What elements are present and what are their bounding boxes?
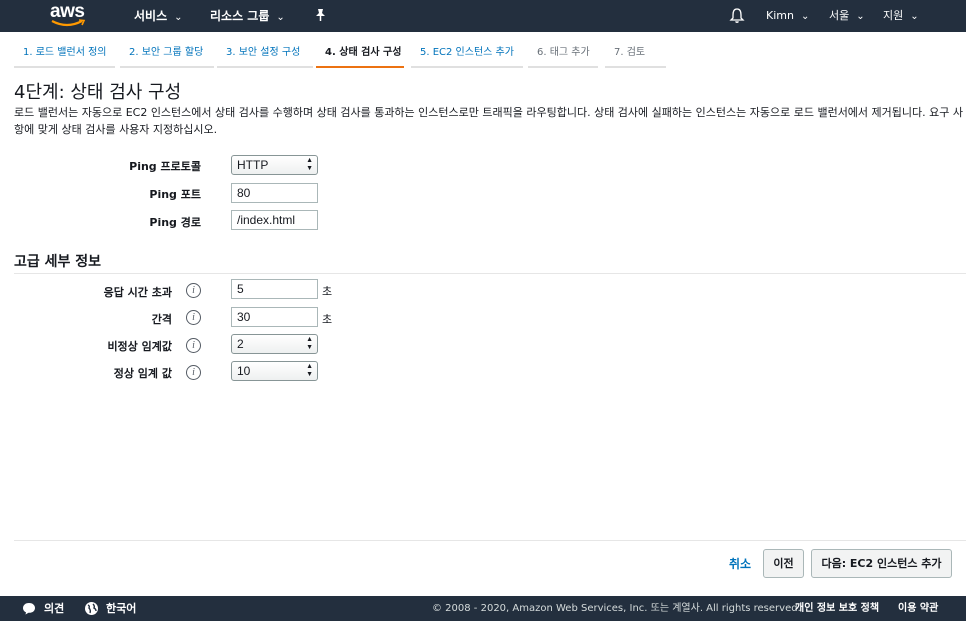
ping-protocol-value: HTTP <box>237 158 269 172</box>
page-description: 로드 밸런서는 자동으로 EC2 인스턴스에서 상태 검사를 수행하며 상태 검… <box>14 106 963 136</box>
feedback-link[interactable]: 의견 <box>44 596 64 621</box>
support-label: 지원 <box>883 9 904 22</box>
info-icon[interactable]: i <box>186 365 201 380</box>
chevron-down-icon: ⌄ <box>800 11 810 22</box>
ping-path-input[interactable]: /index.html <box>231 210 318 230</box>
chevron-down-icon: ⌄ <box>910 11 919 22</box>
language-selector[interactable]: 한국어 <box>106 596 136 621</box>
user-menu[interactable]: Kimn ⌄ <box>766 0 809 32</box>
cancel-button[interactable]: 취소 <box>729 555 751 572</box>
privacy-link[interactable]: 개인 정보 보호 정책 <box>795 596 879 621</box>
tab-step-5[interactable]: 5. EC2 인스턴스 추가 <box>411 42 523 68</box>
services-label: 서비스 <box>134 9 168 23</box>
chevron-down-icon: ⌄ <box>856 11 865 22</box>
region-menu[interactable]: 서울 ⌄ <box>829 0 865 32</box>
bell-icon[interactable] <box>729 7 745 24</box>
chevron-down-icon: ⌄ <box>174 12 183 23</box>
copyright-text: © 2008 - 2020, Amazon Web Services, Inc.… <box>432 603 801 614</box>
tab-step-4[interactable]: 4. 상태 검사 구성 <box>316 42 404 68</box>
page-title: 4단계: 상태 검사 구성 <box>14 82 182 103</box>
globe-icon <box>85 602 98 615</box>
timeout-unit: 초 <box>322 285 333 298</box>
select-arrows-icon: ▲ ▼ <box>306 336 313 351</box>
healthy-threshold-label: 정상 임계 값 <box>113 367 172 380</box>
tab-step-3[interactable]: 3. 보안 설정 구성 <box>217 42 313 68</box>
next-button[interactable]: 다음: EC2 인스턴스 추가 <box>811 549 952 578</box>
aws-logo[interactable]: aws <box>50 1 92 31</box>
resource-groups-label: 리소스 그룹 <box>210 9 270 23</box>
section-divider <box>14 273 966 274</box>
footer: 의견 한국어 © 2008 - 2020, Amazon Web Service… <box>0 596 966 621</box>
user-label: Kimn <box>766 9 794 22</box>
ping-path-label: Ping 경로 <box>149 216 201 229</box>
ping-port-input[interactable]: 80 <box>231 183 318 203</box>
chevron-down-icon: ⌄ <box>276 12 285 23</box>
tab-step-2[interactable]: 2. 보안 그룹 할당 <box>120 42 214 68</box>
healthy-threshold-select[interactable]: 10 ▲ ▼ <box>231 361 318 381</box>
select-arrows-icon: ▲ ▼ <box>306 363 313 378</box>
actions-divider <box>14 540 966 541</box>
healthy-threshold-value: 10 <box>237 364 251 378</box>
info-icon[interactable]: i <box>186 310 201 325</box>
timeout-input[interactable]: 5 <box>231 279 318 299</box>
select-arrows-icon: ▲ ▼ <box>306 157 313 172</box>
timeout-label: 응답 시간 초과 <box>103 286 172 299</box>
ping-protocol-label: Ping 프로토콜 <box>129 160 201 173</box>
interval-input[interactable]: 30 <box>231 307 318 327</box>
resource-groups-menu[interactable]: 리소스 그룹 ⌄ <box>210 0 285 32</box>
terms-link[interactable]: 이용 약관 <box>898 596 938 621</box>
interval-unit: 초 <box>322 313 333 326</box>
interval-label: 간격 <box>151 313 172 326</box>
support-menu[interactable]: 지원 ⌄ <box>883 0 919 32</box>
unhealthy-threshold-label: 비정상 임계값 <box>107 340 172 353</box>
info-icon[interactable]: i <box>186 338 201 353</box>
info-icon[interactable]: i <box>186 283 201 298</box>
unhealthy-threshold-value: 2 <box>237 337 244 351</box>
feedback-icon <box>23 603 35 615</box>
ping-protocol-select[interactable]: HTTP ▲ ▼ <box>231 155 318 175</box>
region-label: 서울 <box>829 9 850 22</box>
tab-step-6: 6. 태그 추가 <box>528 42 598 68</box>
services-menu[interactable]: 서비스 ⌄ <box>134 0 183 32</box>
aws-smile-icon <box>51 19 86 27</box>
advanced-section-title: 고급 세부 정보 <box>14 254 102 270</box>
top-nav: aws 서비스 ⌄ 리소스 그룹 ⌄ Kimn ⌄ 서울 ⌄ 지원 ⌄ <box>0 0 966 32</box>
tab-step-7: 7. 검토 <box>605 42 666 68</box>
ping-port-label: Ping 포트 <box>149 188 201 201</box>
pin-icon[interactable] <box>314 8 327 22</box>
unhealthy-threshold-select[interactable]: 2 ▲ ▼ <box>231 334 318 354</box>
previous-button[interactable]: 이전 <box>763 549 804 578</box>
tab-step-1[interactable]: 1. 로드 밸런서 정의 <box>14 42 115 68</box>
